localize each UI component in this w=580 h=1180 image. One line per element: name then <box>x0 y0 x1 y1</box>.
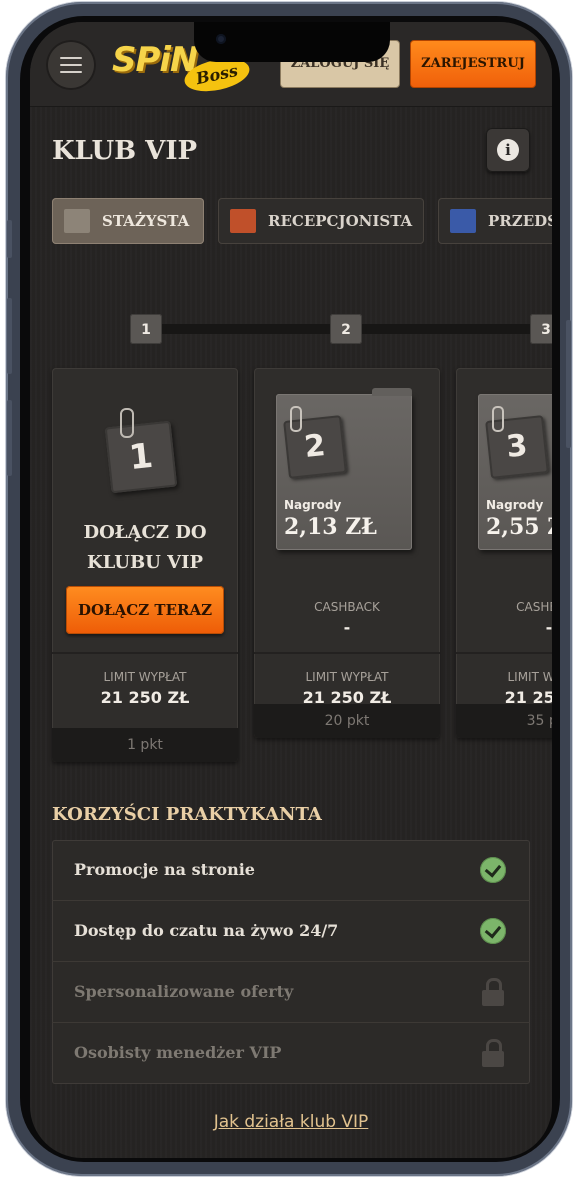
menu-icon-line <box>60 71 82 73</box>
info-button[interactable]: i <box>486 128 530 172</box>
screen: SPiN Boss ZALOGUJ SIĘ ZAREJESTRUJ KLUB V… <box>30 22 552 1158</box>
mute-switch <box>7 220 12 258</box>
volume-up-button <box>7 298 12 374</box>
notch <box>194 22 390 62</box>
menu-icon-line <box>60 57 82 59</box>
benefit-label: Osobisty menedżer VIP <box>74 1043 282 1062</box>
limit-value: 21 250 ZŁ <box>100 688 190 707</box>
level-badge: 1 <box>104 420 178 494</box>
level-cards: 1 DOŁĄCZ DO KLUBU VIP DOŁĄCZ TERAZ LIMIT… <box>52 368 552 768</box>
benefit-row: Promocje na stronie <box>52 840 530 901</box>
check-icon <box>480 857 506 883</box>
card-divider <box>254 652 440 654</box>
lock-icon <box>482 1039 504 1067</box>
level-card-1[interactable]: 1 DOŁĄCZ DO KLUBU VIP DOŁĄCZ TERAZ LIMIT… <box>52 368 238 762</box>
volume-down-button <box>7 400 12 476</box>
reward-folder: 2 Nagrody 2,13 ZŁ <box>276 388 412 550</box>
check-icon <box>480 918 506 944</box>
tab-label: STAŻYSTA <box>102 212 190 230</box>
level-card-3[interactable]: 3 Nagrody 2,55 ZŁ CASHBACK - LIMIT WYPŁA… <box>456 368 552 738</box>
points-footer: 35 pkt <box>456 704 552 738</box>
progress-step: 2 <box>330 314 362 344</box>
tab-stazysta[interactable]: STAŻYSTA <box>52 198 204 244</box>
tab-recepcjonista[interactable]: RECEPCJONISTA <box>218 198 424 244</box>
reward-value: 2,13 ZŁ <box>284 514 377 540</box>
cashback-label: CASHBACK <box>314 600 380 614</box>
cashback-label: CASHBACK <box>516 600 552 614</box>
progress-step: 3 <box>530 314 552 344</box>
hamburger-menu-button[interactable] <box>46 40 96 90</box>
register-button[interactable]: ZAREJESTRUJ <box>410 40 536 88</box>
cashback-value: - <box>545 618 552 637</box>
tab-label: RECEPCJONISTA <box>268 212 413 230</box>
menu-icon-line <box>60 64 82 66</box>
folder-cursor-icon <box>230 209 256 233</box>
benefit-label: Dostęp do czatu na żywo 24/7 <box>74 921 339 940</box>
reward-label: Nagrody <box>486 498 544 512</box>
progress-step: 1 <box>130 314 162 344</box>
benefits-list: Promocje na stronie Dostęp do czatu na ż… <box>52 840 530 1084</box>
limit-label: LIMIT WYPŁAT <box>305 670 389 684</box>
paperclip-icon <box>120 408 134 438</box>
level-tabs: STAŻYSTA RECEPCJONISTA PRZEDS <box>52 198 552 248</box>
folder-tab <box>372 388 412 396</box>
card-divider <box>456 652 552 654</box>
limit-label: LIMIT WYPŁAT <box>507 670 552 684</box>
benefit-label: Spersonalizowane oferty <box>74 982 294 1001</box>
folder-phone-icon <box>450 209 476 233</box>
card-divider <box>52 652 238 654</box>
page-title: KLUB VIP <box>52 136 198 166</box>
benefits-title: KORZYŚCI PRAKTYKANTA <box>52 804 322 825</box>
points-footer: 1 pkt <box>52 728 238 762</box>
info-icon: i <box>497 139 519 161</box>
join-now-button[interactable]: DOŁĄCZ TERAZ <box>66 586 224 634</box>
reward-value: 2,55 ZŁ <box>486 514 552 540</box>
join-title: DOŁĄCZ DO KLUBU VIP <box>83 522 207 573</box>
limit-label: LIMIT WYPŁAT <box>103 670 187 684</box>
logo-text: SPiN <box>112 40 199 80</box>
lock-icon <box>482 978 504 1006</box>
level-card-2[interactable]: 2 Nagrody 2,13 ZŁ CASHBACK - LIMIT WYPŁA… <box>254 368 440 738</box>
benefit-row: Dostęp do czatu na żywo 24/7 <box>52 901 530 962</box>
tab-przedsiebiorca[interactable]: PRZEDS <box>438 198 552 244</box>
benefit-row: Spersonalizowane oferty <box>52 962 530 1023</box>
tab-label: PRZEDS <box>488 212 552 230</box>
reward-label: Nagrody <box>284 498 342 512</box>
paperclip-icon <box>492 406 504 432</box>
reward-folder: 3 Nagrody 2,55 ZŁ <box>478 394 552 550</box>
paperclip-icon <box>290 406 302 432</box>
folder-thumb-icon <box>64 209 90 233</box>
how-vip-works-link[interactable]: Jak działa klub VIP <box>30 1112 552 1132</box>
benefit-label: Promocje na stronie <box>74 860 255 879</box>
cashback-value: - <box>343 618 351 637</box>
points-footer: 20 pkt <box>254 704 440 738</box>
power-button <box>566 320 571 448</box>
front-camera <box>216 34 226 44</box>
benefit-row: Osobisty menedżer VIP <box>52 1023 530 1083</box>
